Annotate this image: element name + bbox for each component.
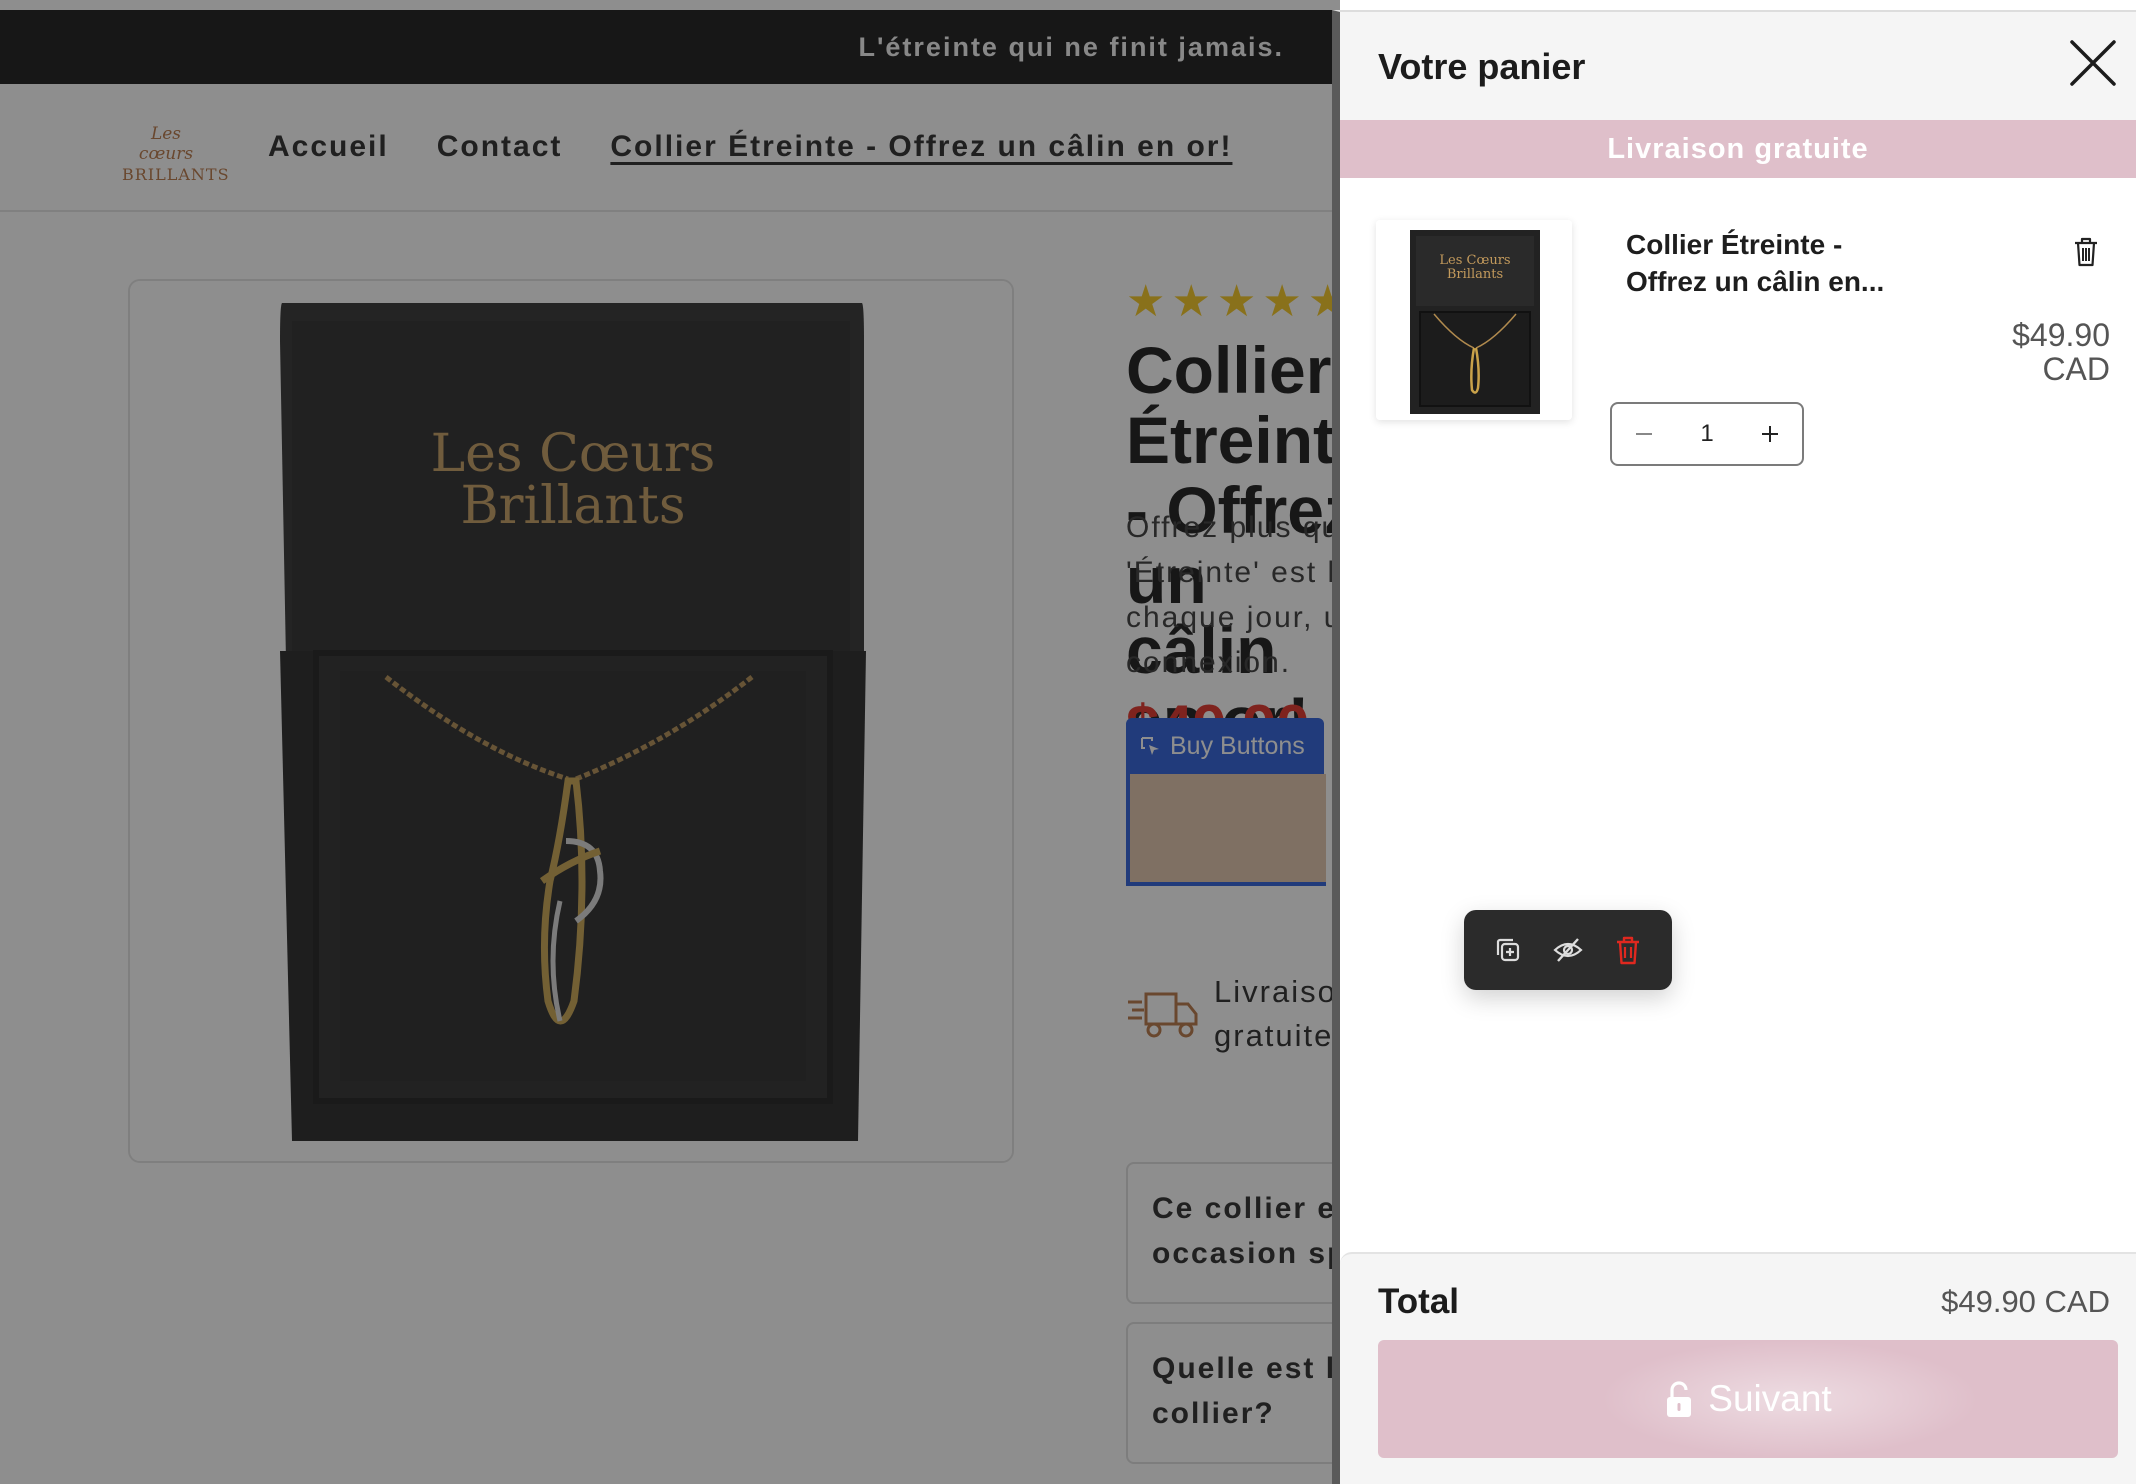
free-shipping-banner: Livraison gratuite — [1340, 120, 2136, 178]
hide-button[interactable] — [1550, 932, 1586, 968]
cart-footer: Total $49.90 CAD Suivant — [1340, 1252, 2136, 1484]
cart-item-price-amount: $49.90 — [2012, 317, 2110, 353]
trash-icon — [2075, 237, 2097, 267]
duplicate-button[interactable] — [1490, 932, 1526, 968]
checkout-button[interactable]: Suivant — [1378, 1340, 2118, 1458]
trash-icon — [1617, 936, 1639, 965]
plus-icon — [1761, 426, 1778, 442]
cart-item-thumbnail[interactable]: Les Cœurs Brillants — [1376, 220, 1572, 420]
thumb-brand-line-1: Les Cœurs — [1439, 253, 1510, 268]
cart-item-price: $49.90 CAD — [1940, 318, 2110, 386]
duplicate-icon — [1496, 938, 1520, 962]
total-value: $49.90 CAD — [1941, 1284, 2110, 1319]
minus-icon — [1636, 433, 1652, 435]
checkout-label: Suivant — [1708, 1378, 1832, 1419]
close-button[interactable] — [2066, 36, 2120, 90]
cart-item-name[interactable]: Collier Étreinte - Offrez un câlin en... — [1626, 226, 1946, 300]
cart-title: Votre panier — [1378, 46, 1586, 87]
modal-backdrop[interactable] — [0, 0, 1340, 1484]
remove-item-button[interactable] — [2070, 234, 2102, 270]
total-label: Total — [1378, 1282, 1460, 1321]
cart-item-price-currency: CAD — [2042, 351, 2110, 387]
editor-floating-toolbar — [1464, 910, 1672, 990]
close-icon — [2070, 40, 2116, 86]
cart-item-image: Les Cœurs Brillants — [1376, 220, 1572, 420]
cart-item-name-line-1: Collier Étreinte - — [1626, 229, 1843, 260]
delete-block-button[interactable] — [1610, 932, 1646, 968]
thumb-brand-line-2: Brillants — [1447, 267, 1503, 282]
lock-icon — [1667, 1381, 1692, 1417]
eye-off-icon — [1553, 938, 1583, 962]
decrease-quantity-button[interactable] — [1626, 416, 1662, 452]
increase-quantity-button[interactable] — [1752, 416, 1788, 452]
cart-drawer: Votre panier Livraison gratuite Les Cœur… — [1332, 10, 2136, 1484]
cart-item-name-line-2: Offrez un câlin en... — [1626, 266, 1885, 297]
cart-header: Votre panier — [1340, 12, 2136, 120]
quantity-value[interactable]: 1 — [1700, 420, 1713, 448]
quantity-stepper: 1 — [1610, 402, 1804, 466]
cart-line-item: Les Cœurs Brillants Collier Étreinte - O… — [1340, 212, 2136, 492]
